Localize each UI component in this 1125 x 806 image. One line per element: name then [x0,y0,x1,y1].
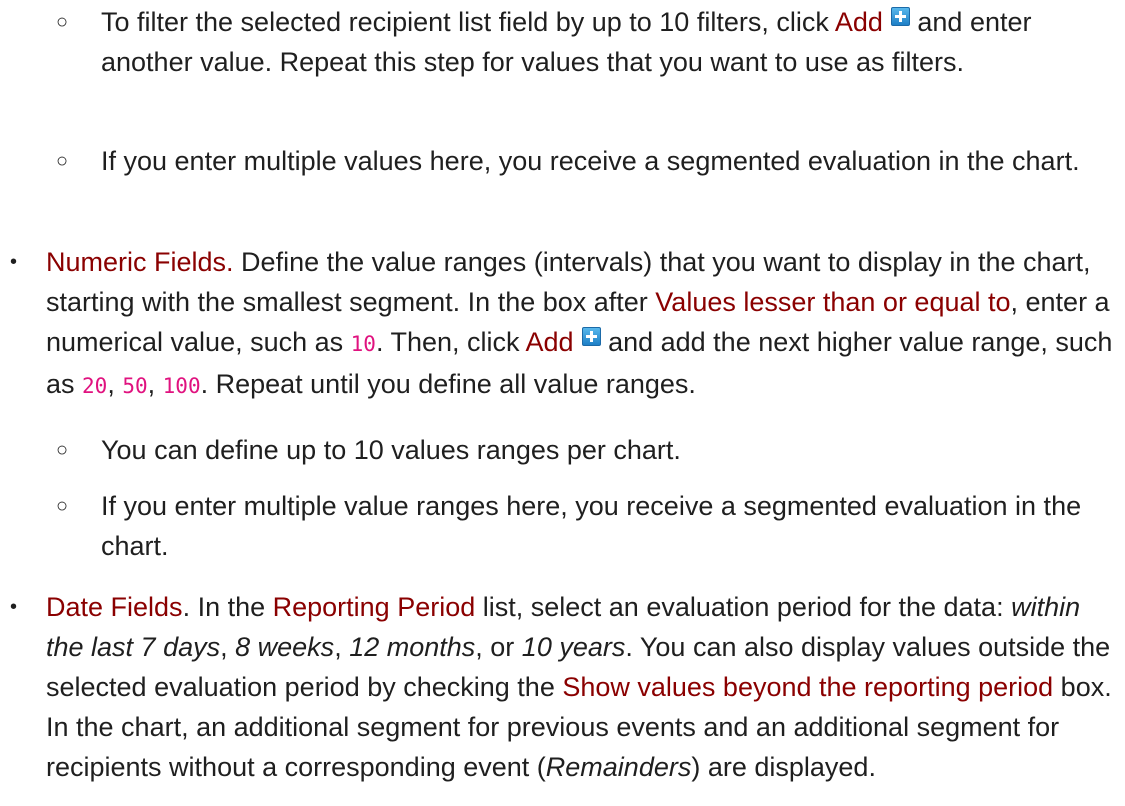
numeric-sub-item-limit: ○ You can define up to 10 values ranges … [56,430,1096,470]
ui-term-show-values-beyond: Show values beyond the reporting period [562,672,1054,702]
separator: , or [475,632,522,662]
separator: , [220,632,236,662]
add-icon [581,327,601,346]
ui-term-reporting-period: Reporting Period [272,592,476,622]
ui-term-values-lesser: Values lesser than or equal to [655,287,1011,317]
sub-item-text: You can define up to 10 values ranges pe… [101,435,681,465]
add-icon [890,7,910,26]
documentation-page: ○ To filter the selected recipient list … [0,0,1125,806]
sub-bullet-marker: ○ [56,150,69,172]
term-remainders: Remainders [545,752,692,782]
text-run: ) are displayed. [691,752,876,782]
item-text: Date Fields. In the Reporting Period lis… [46,587,1115,787]
ui-term-add: Add [525,327,574,357]
text-run: . In the [182,592,273,622]
text-run: . Repeat until you define all value rang… [200,369,696,399]
sub-bullet-marker: ○ [56,495,69,517]
code-value: 50 [122,374,148,398]
sub-bullet-marker: ○ [56,11,69,33]
code-value: 100 [162,374,201,398]
period-option: 8 weeks [235,632,335,662]
period-option: 12 months [349,632,476,662]
text-run: . Then, click [375,327,526,357]
date-fields-item: • Date Fields. In the Reporting Period l… [10,587,1115,787]
period-option: 10 years [521,632,626,662]
term-date-fields: Date Fields [46,592,183,622]
item-text: Numeric Fields. Define the value ranges … [46,242,1115,406]
bullet-marker: • [10,251,18,273]
text-run: list, select an evaluation period for th… [475,592,1012,622]
numeric-fields-item: • Numeric Fields. Define the value range… [10,242,1115,406]
separator: , [107,369,123,399]
term-numeric-fields: Numeric Fields. [46,247,234,277]
numeric-sub-item-segmented: ○ If you enter multiple value ranges her… [56,486,1096,566]
text-run: To filter the selected recipient list fi… [101,7,835,37]
sub-item-text: To filter the selected recipient list fi… [101,2,1096,82]
code-value: 10 [350,332,376,356]
ui-term-add: Add [834,7,883,37]
separator: , [334,632,350,662]
sub-bullet-marker: ○ [56,439,69,461]
bullet-marker: • [10,596,18,618]
code-value: 20 [82,374,108,398]
separator: , [147,369,163,399]
sub-item-text: If you enter multiple values here, you r… [101,146,1080,176]
filter-sub-item-segmented: ○ If you enter multiple values here, you… [56,141,1096,181]
filter-sub-item-add-filters: ○ To filter the selected recipient list … [56,2,1096,82]
sub-item-text: If you enter multiple value ranges here,… [101,491,1082,561]
